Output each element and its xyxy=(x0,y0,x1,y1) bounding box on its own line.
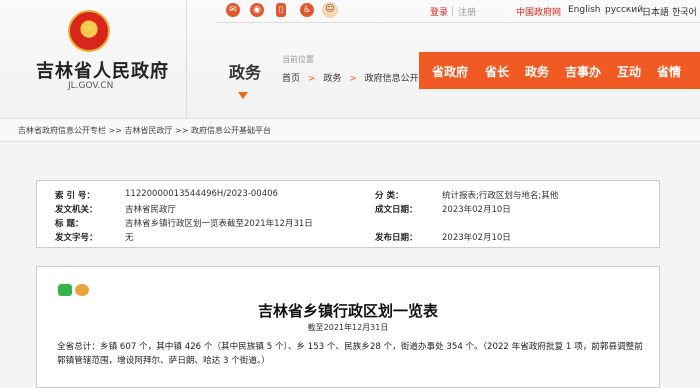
crumb-home[interactable]: 首页 xyxy=(282,74,300,84)
accessibility-icon[interactable]: ♿ xyxy=(300,3,314,17)
issuer-value: 吉林省民政厅 xyxy=(125,205,177,215)
nav-provincial-gov[interactable]: 省政府 xyxy=(432,63,468,80)
china-gov-link[interactable]: 中国政府网 xyxy=(516,5,561,18)
topbar-separator xyxy=(452,6,453,16)
column-breadcrumb: 吉林省政府信息公开专栏 >> 吉林省民政厅 >> 政府信息公开基础平台 xyxy=(0,118,700,142)
current-location-label: 当前位置 xyxy=(282,55,314,64)
header-divider xyxy=(186,0,187,118)
doc-number-value: 无 xyxy=(125,233,134,243)
nav-interaction[interactable]: 互动 xyxy=(617,63,641,80)
index-label: 索 引 号： xyxy=(55,191,95,201)
wechat-icon[interactable]: ✉ xyxy=(226,3,240,17)
location-breadcrumb: 首页 > 政务 > 政府信息公开 xyxy=(282,71,419,84)
category-value: 统计报表;行政区划与地名;其他 xyxy=(442,191,559,201)
lang-japanese-link[interactable]: 日本語 xyxy=(642,5,669,18)
article-date: 截至2021年12月31日 xyxy=(307,323,389,332)
crumb-separator: > xyxy=(307,74,316,84)
weibo-icon[interactable]: ◉ xyxy=(250,3,264,17)
title-value: 吉林省乡镇行政区划一览表截至2021年12月31日 xyxy=(125,219,313,229)
title-label: 标 题： xyxy=(55,219,84,229)
crumb-separator: > xyxy=(349,74,357,84)
nav-governor[interactable]: 省长 xyxy=(485,63,509,80)
lang-english-link[interactable]: English xyxy=(568,5,601,15)
crumb-info-disclosure[interactable]: 政府信息公开 xyxy=(365,74,419,84)
nav-services[interactable]: 吉事办 xyxy=(565,63,601,80)
article-paragraph: 全省总计：乡镇 607 个，其中镇 426 个（其中民族镇 5 个）、乡 153… xyxy=(57,342,643,366)
nav-politics[interactable]: 政务 xyxy=(525,63,549,80)
doc-number-label: 发文字号： xyxy=(55,233,98,243)
lang-korean-link[interactable]: 한국어 xyxy=(672,5,697,18)
weibo-share-icon[interactable] xyxy=(75,284,89,296)
wechat-share-icon[interactable] xyxy=(58,284,72,296)
date-value: 2023年02月10日 xyxy=(442,205,511,215)
category-label: 分 类： xyxy=(375,191,404,201)
publish-date-value: 2023年02月10日 xyxy=(442,233,511,243)
date-label: 成文日期： xyxy=(375,205,418,215)
article-body: 吉林省乡镇行政区划一览表 截至2021年12月31日 全省总计：乡镇 607 个… xyxy=(36,266,660,388)
section-title[interactable]: 政务 xyxy=(229,59,261,83)
mobile-icon[interactable]: ▯ xyxy=(276,3,286,17)
site-header: 吉林省人民政府 JL.GOV.CN ✉ ◉ ▯ ♿ ☺ 登录 注册 中国政府网 … xyxy=(0,0,700,118)
issuer-label: 发文机关： xyxy=(55,205,98,215)
column-breadcrumb-text[interactable]: 吉林省政府信息公开专栏 >> 吉林省民政厅 >> 政府信息公开基础平台 xyxy=(18,125,271,136)
lang-russian-link[interactable]: русский xyxy=(605,5,643,15)
publish-date-label: 发布日期： xyxy=(375,233,418,243)
top-utility-bar: ✉ ◉ ▯ ♿ ☺ 登录 注册 中国政府网 English русский 日本… xyxy=(216,0,700,23)
index-value: 11220000013544496H/2023-00406 xyxy=(125,189,278,199)
main-nav: 省政府 省长 政务 吉事办 互动 省情 xyxy=(419,52,700,89)
mascot-icon[interactable]: ☺ xyxy=(322,2,338,18)
site-domain: JL.GOV.CN xyxy=(68,81,114,91)
section-arrow-icon xyxy=(238,92,248,99)
site-name[interactable]: 吉林省人民政府 xyxy=(36,57,169,83)
crumb-politics[interactable]: 政务 xyxy=(323,74,341,84)
document-meta-table: 索 引 号： 11220000013544496H/2023-00406 分 类… xyxy=(36,180,660,248)
register-link[interactable]: 注册 xyxy=(458,5,476,18)
national-emblem-icon xyxy=(68,10,110,52)
login-link[interactable]: 登录 xyxy=(430,5,448,18)
article-title: 吉林省乡镇行政区划一览表 xyxy=(257,302,438,320)
nav-province-info[interactable]: 省情 xyxy=(657,63,681,80)
